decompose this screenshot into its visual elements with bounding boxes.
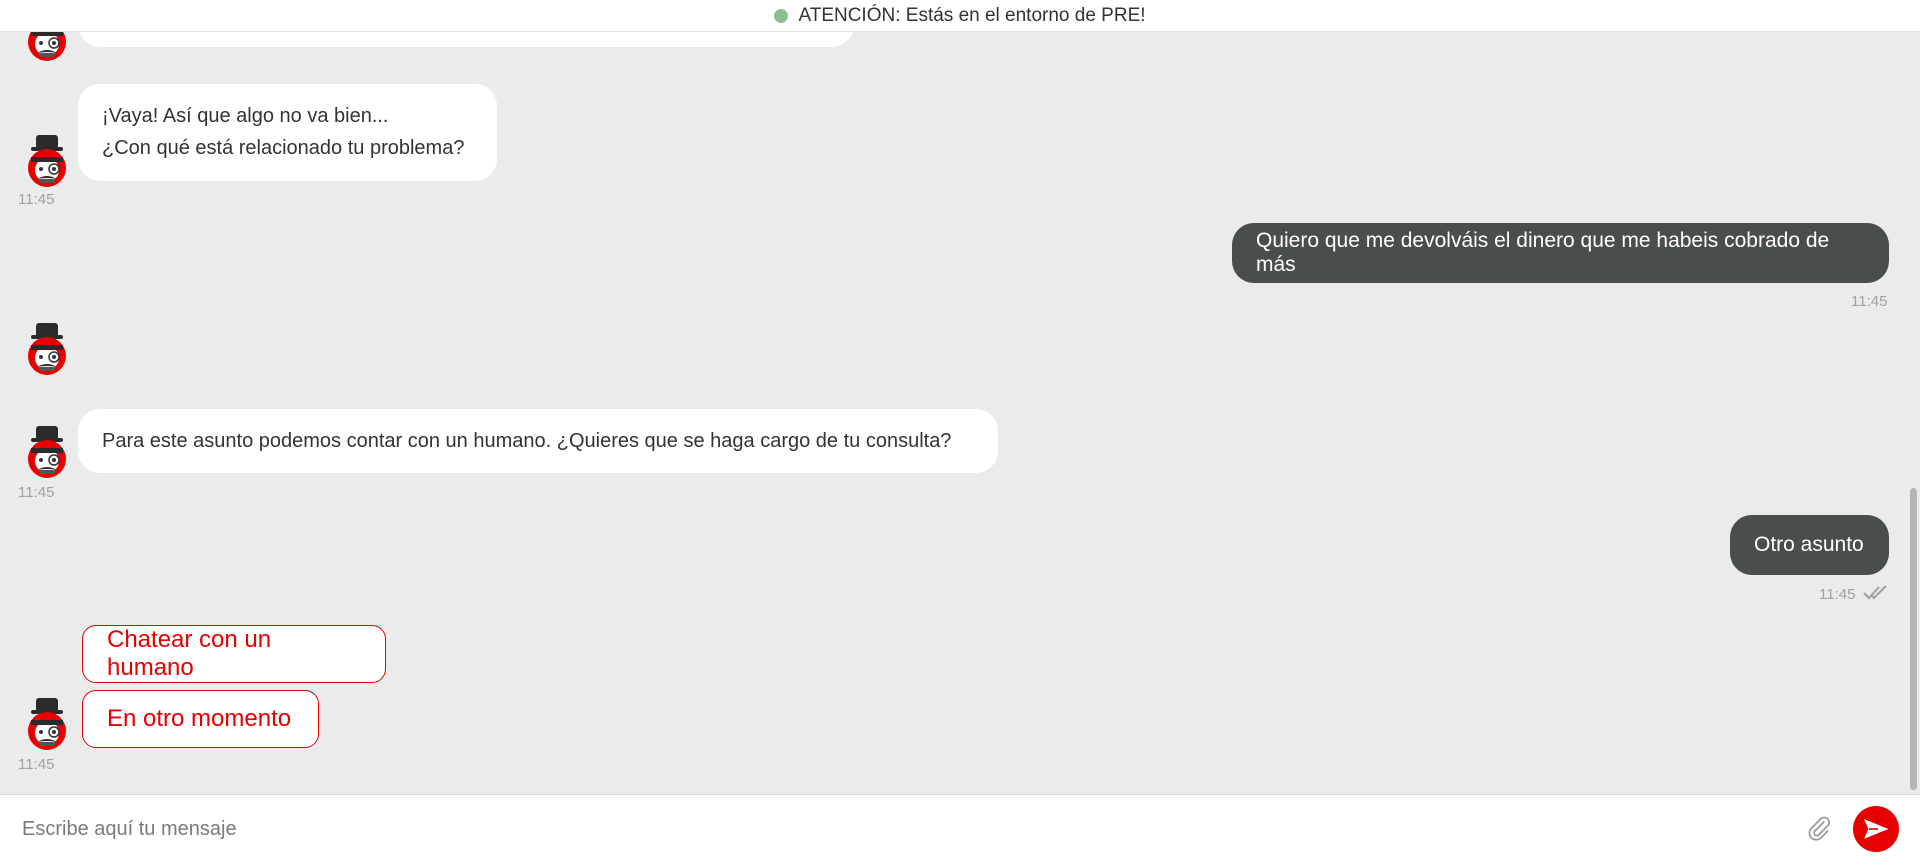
bot-message-line: ¡Vaya! Así que algo no va bien... bbox=[102, 105, 389, 127]
message-timestamp: 11:45 bbox=[1851, 293, 1888, 310]
send-icon bbox=[1864, 819, 1889, 839]
quick-reply-label: Chatear con un humano bbox=[107, 626, 272, 681]
user-message: Otro asunto bbox=[1730, 515, 1889, 575]
quick-reply-label: En otro momento bbox=[107, 705, 292, 732]
message-composer bbox=[0, 794, 1920, 861]
chat-scrollbar[interactable] bbox=[1908, 31, 1920, 794]
bot-message: Para este asunto podemos contar con un h… bbox=[78, 409, 998, 473]
bot-avatar-icon bbox=[23, 698, 71, 752]
message-timestamp: 11:45 bbox=[18, 191, 55, 208]
paperclip-icon[interactable] bbox=[1806, 815, 1832, 841]
message-timestamp: 11:45 bbox=[18, 756, 55, 773]
message-timestamp: 11:45 bbox=[1819, 586, 1856, 603]
bot-avatar-icon bbox=[23, 31, 71, 63]
message-input[interactable] bbox=[20, 807, 1774, 851]
send-button[interactable] bbox=[1853, 806, 1899, 852]
user-message-text: Otro asunto bbox=[1754, 533, 1864, 556]
quick-reply-later[interactable]: En otro momento bbox=[82, 690, 319, 748]
environment-banner-text: ATENCIÓN: Estás en el entorno de PRE! bbox=[798, 4, 1146, 26]
read-receipt-icon bbox=[1863, 585, 1887, 600]
bot-message-line: ¿Con qué está relacionado tu problema? bbox=[102, 137, 465, 159]
status-dot-icon bbox=[774, 8, 789, 23]
environment-banner: ATENCIÓN: Estás en el entorno de PRE! bbox=[0, 0, 1920, 32]
user-message: Quiero que me devolváis el dinero que me… bbox=[1232, 223, 1889, 283]
user-message-text: Quiero que me devolváis el dinero que me… bbox=[1256, 229, 1830, 276]
bot-avatar-icon bbox=[23, 426, 71, 480]
bot-avatar-icon bbox=[23, 135, 71, 189]
message-timestamp: 11:45 bbox=[18, 484, 55, 501]
bot-avatar-icon bbox=[23, 323, 71, 377]
bot-message: ¡Vaya! Así que algo no va bien... ¿Con q… bbox=[78, 84, 497, 181]
bot-message-text: Para este asunto podemos contar con un h… bbox=[102, 430, 952, 452]
chat-history[interactable]: ¡Vaya! Así que algo no va bien... ¿Con q… bbox=[0, 31, 1920, 794]
previous-bot-bubble bbox=[78, 31, 854, 47]
scrollbar-thumb[interactable] bbox=[1910, 488, 1917, 790]
quick-reply-chat-human[interactable]: Chatear con un humano bbox=[82, 625, 386, 683]
